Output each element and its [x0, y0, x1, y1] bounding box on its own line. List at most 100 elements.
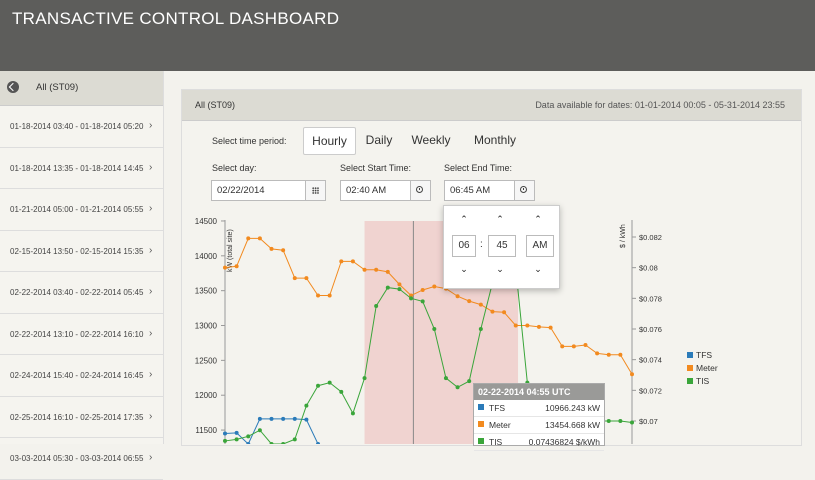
data-point-meter [560, 344, 565, 349]
data-point-meter [513, 323, 518, 328]
tooltip-value: 13454.668 kW [545, 420, 600, 430]
data-point-meter [385, 269, 390, 274]
data-point-meter [606, 352, 611, 357]
data-point-tfs [281, 416, 286, 421]
minute-down-icon[interactable]: ⌄ [492, 264, 508, 275]
data-point-tfs [257, 416, 262, 421]
data-point-tfs [223, 431, 227, 436]
data-point-tis [397, 287, 402, 292]
minute-up-icon[interactable]: ⌃ [492, 214, 508, 225]
data-point-tis [339, 389, 344, 394]
data-point-tfs [304, 417, 309, 422]
data-point-tis [630, 420, 634, 425]
data-point-meter [618, 352, 623, 357]
y2-tick-label: $0.08 [639, 264, 658, 273]
data-point-tis [362, 376, 367, 381]
data-point-tis [246, 434, 251, 439]
data-point-tis [385, 285, 390, 290]
chart-tooltip: 02-22-2014 04:55 UTC TFS 10966.243 kW Met… [473, 383, 605, 451]
meridian-up-icon[interactable]: ⌃ [530, 214, 546, 225]
data-point-tis [304, 403, 309, 408]
data-point-tis [420, 299, 425, 304]
data-point-meter [327, 293, 332, 298]
data-point-meter [397, 282, 402, 287]
meridian-toggle[interactable]: AM [526, 235, 554, 257]
y2-tick-label: $0.072 [639, 386, 662, 395]
data-point-meter [223, 265, 227, 270]
data-point-meter [571, 344, 576, 349]
time-separator: : [480, 239, 483, 250]
data-point-meter [432, 284, 437, 289]
data-point-meter [536, 324, 541, 329]
data-point-tis [467, 379, 472, 384]
tooltip-title: 02-22-2014 04:55 UTC [474, 384, 604, 400]
data-point-tis [374, 304, 379, 308]
sidebar-item[interactable]: 03-03-2014 05:30 - 03-03-2014 06:55 › [0, 438, 163, 480]
hour-down-icon[interactable]: ⌄ [456, 264, 472, 275]
tooltip-value: 0.07436824 $/kWh [528, 437, 600, 447]
data-point-meter [246, 236, 251, 241]
data-point-tis [409, 296, 414, 301]
hour-up-icon[interactable]: ⌃ [456, 214, 472, 225]
data-point-meter [595, 351, 600, 356]
data-point-meter [362, 267, 367, 272]
data-point-tis [257, 428, 262, 433]
data-point-tis [432, 327, 437, 331]
data-point-meter [350, 259, 355, 264]
legend-label: TIS [696, 376, 710, 386]
data-point-meter [583, 343, 588, 348]
y-tick-label: 14000 [195, 252, 218, 261]
series-line-tfs [224, 418, 319, 444]
y2-tick-label: $0.082 [639, 233, 662, 242]
tooltip-row: TIS 0.07436824 $/kWh [474, 434, 604, 451]
data-point-meter [548, 325, 553, 330]
data-point-tfs [234, 430, 239, 435]
hour-input[interactable]: 06 [452, 235, 476, 257]
data-point-tfs [292, 416, 297, 421]
time-picker-popup: ⌃ ⌃ ⌃ 06 : 45 AM ⌄ ⌄ ⌄ [443, 205, 560, 289]
tooltip-series: TIS [489, 437, 503, 447]
data-point-meter [478, 302, 483, 307]
data-point-meter [467, 299, 472, 304]
data-point-tis [316, 383, 321, 388]
y-tick-label: 12500 [195, 356, 218, 365]
data-point-meter [281, 248, 286, 253]
data-point-tis [327, 380, 332, 385]
data-point-tis [478, 327, 483, 331]
y2-tick-label: $0.076 [639, 325, 662, 334]
tooltip-row: TFS 10966.243 kW [474, 400, 604, 417]
data-point-meter [490, 309, 495, 314]
data-point-meter [257, 236, 262, 241]
tooltip-swatch [478, 438, 484, 444]
data-point-tis [455, 385, 460, 390]
data-point-meter [455, 294, 460, 299]
y-tick-label: 13000 [195, 322, 218, 331]
data-point-meter [525, 323, 530, 328]
legend-label: TFS [696, 350, 713, 360]
tooltip-swatch [478, 421, 484, 427]
data-point-meter [630, 372, 634, 377]
data-point-tis [292, 437, 297, 442]
data-point-tis [234, 437, 239, 442]
data-point-tis [618, 419, 623, 423]
data-point-meter [269, 246, 274, 251]
minute-input[interactable]: 45 [488, 235, 516, 257]
data-point-meter [304, 276, 309, 281]
y-axis-title: kW (total site) [227, 229, 234, 272]
data-point-meter [292, 276, 297, 281]
sidebar-item-label: 03-03-2014 05:30 - 03-03-2014 06:55 [10, 454, 144, 463]
y-tick-label: 14500 [195, 217, 218, 226]
data-point-tfs [269, 416, 274, 421]
tooltip-series: Meter [489, 420, 511, 430]
y2-tick-label: $0.074 [639, 356, 662, 365]
y-tick-label: 11500 [195, 426, 217, 435]
meridian-down-icon[interactable]: ⌄ [530, 264, 546, 275]
data-point-meter [316, 293, 321, 298]
data-point-tis [443, 376, 448, 381]
data-point-tis [350, 411, 355, 416]
y2-axis-title: $ / kWh [620, 224, 627, 248]
data-point-meter [374, 267, 379, 272]
y2-tick-label: $0.07 [639, 417, 658, 426]
data-point-meter [339, 259, 344, 264]
data-point-tis [606, 419, 611, 423]
